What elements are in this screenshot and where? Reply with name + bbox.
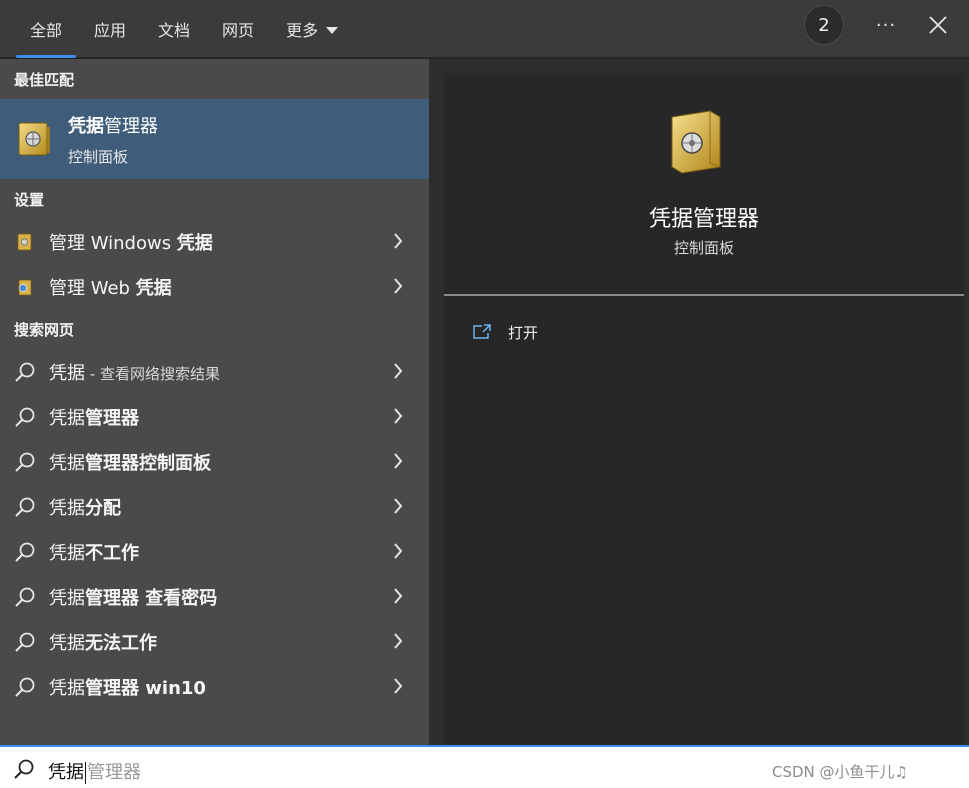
chevron-right-icon	[394, 633, 403, 649]
chevron-right-icon	[394, 678, 403, 694]
search-icon	[15, 407, 35, 427]
vault-icon	[18, 122, 50, 156]
web-suggestion-item[interactable]: 凭据分配	[0, 484, 429, 529]
web-suggestion-item[interactable]: 凭据无法工作	[0, 619, 429, 664]
tab-apps[interactable]: 应用	[78, 0, 142, 58]
close-button[interactable]	[920, 8, 956, 42]
chevron-right-icon	[394, 498, 403, 514]
section-settings: 设置	[14, 190, 45, 209]
vault-icon	[671, 110, 721, 174]
search-icon	[15, 362, 35, 382]
chevron-right-icon	[394, 278, 403, 294]
chevron-right-icon	[394, 233, 403, 249]
search-icon	[14, 759, 34, 779]
web-credential-icon	[18, 279, 32, 295]
chevron-right-icon	[394, 453, 403, 469]
section-best-match: 最佳匹配	[14, 70, 75, 89]
settings-item-windows-credentials[interactable]: 管理 Windows 凭据	[0, 219, 429, 264]
search-suggestion: 管理器	[87, 762, 141, 783]
search-icon	[15, 587, 35, 607]
web-suggestion-item[interactable]: 凭据不工作	[0, 529, 429, 574]
chevron-right-icon	[394, 543, 403, 559]
chevron-right-icon	[394, 588, 403, 604]
search-icon	[15, 452, 35, 472]
vault-icon	[17, 233, 32, 250]
search-icon	[15, 497, 35, 517]
search-icon	[15, 677, 35, 697]
web-suggestion-item[interactable]: 凭据管理器 查看密码	[0, 574, 429, 619]
tab-documents[interactable]: 文档	[142, 0, 206, 58]
open-action[interactable]: 打开	[472, 317, 538, 347]
best-match-item[interactable]: 凭据管理器 控制面板	[0, 99, 429, 179]
web-suggestion-item[interactable]: 凭据管理器 win10	[0, 664, 429, 709]
close-icon	[929, 16, 947, 34]
web-suggestion-item[interactable]: 凭据管理器	[0, 394, 429, 439]
watermark: CSDN @小鱼干儿♫	[772, 763, 908, 781]
chevron-right-icon	[394, 363, 403, 379]
chevron-right-icon	[394, 408, 403, 424]
search-icon	[15, 542, 35, 562]
search-icon	[15, 632, 35, 652]
open-external-icon	[473, 324, 491, 339]
filter-tabs: 全部 应用 文档 网页 更多	[14, 0, 354, 58]
web-search-item[interactable]: 凭据 - 查看网络搜索结果	[0, 349, 429, 394]
preview-subtitle: 控制面板	[673, 239, 734, 257]
settings-item-web-credentials[interactable]: 管理 Web 凭据	[0, 264, 429, 309]
section-search-web: 搜索网页	[14, 320, 75, 339]
tab-all[interactable]: 全部	[14, 0, 78, 58]
tab-web[interactable]: 网页	[206, 0, 270, 58]
web-suggestion-item[interactable]: 凭据管理器控制面板	[0, 439, 429, 484]
results-pane: 最佳匹配 凭据管理器 控制面板 设置 管理 Windows 凭据 管理 Web …	[0, 59, 429, 745]
caret-down-icon	[326, 26, 339, 34]
preview-title: 凭据管理器	[648, 207, 759, 232]
more-options-button[interactable]: ···	[868, 8, 904, 42]
search-filter-bar: 全部 应用 文档 网页 更多 2 ···	[0, 0, 969, 58]
text-cursor	[85, 762, 86, 784]
search-input[interactable]: 凭据 管理器	[48, 758, 141, 784]
preview-card: 凭据管理器 控制面板 打开	[444, 73, 964, 745]
tab-more[interactable]: 更多	[270, 0, 354, 58]
rewards-badge[interactable]: 2	[804, 5, 844, 45]
search-bar[interactable]: 凭据 管理器 CSDN @小鱼干儿♫	[0, 745, 969, 788]
divider	[444, 294, 964, 296]
